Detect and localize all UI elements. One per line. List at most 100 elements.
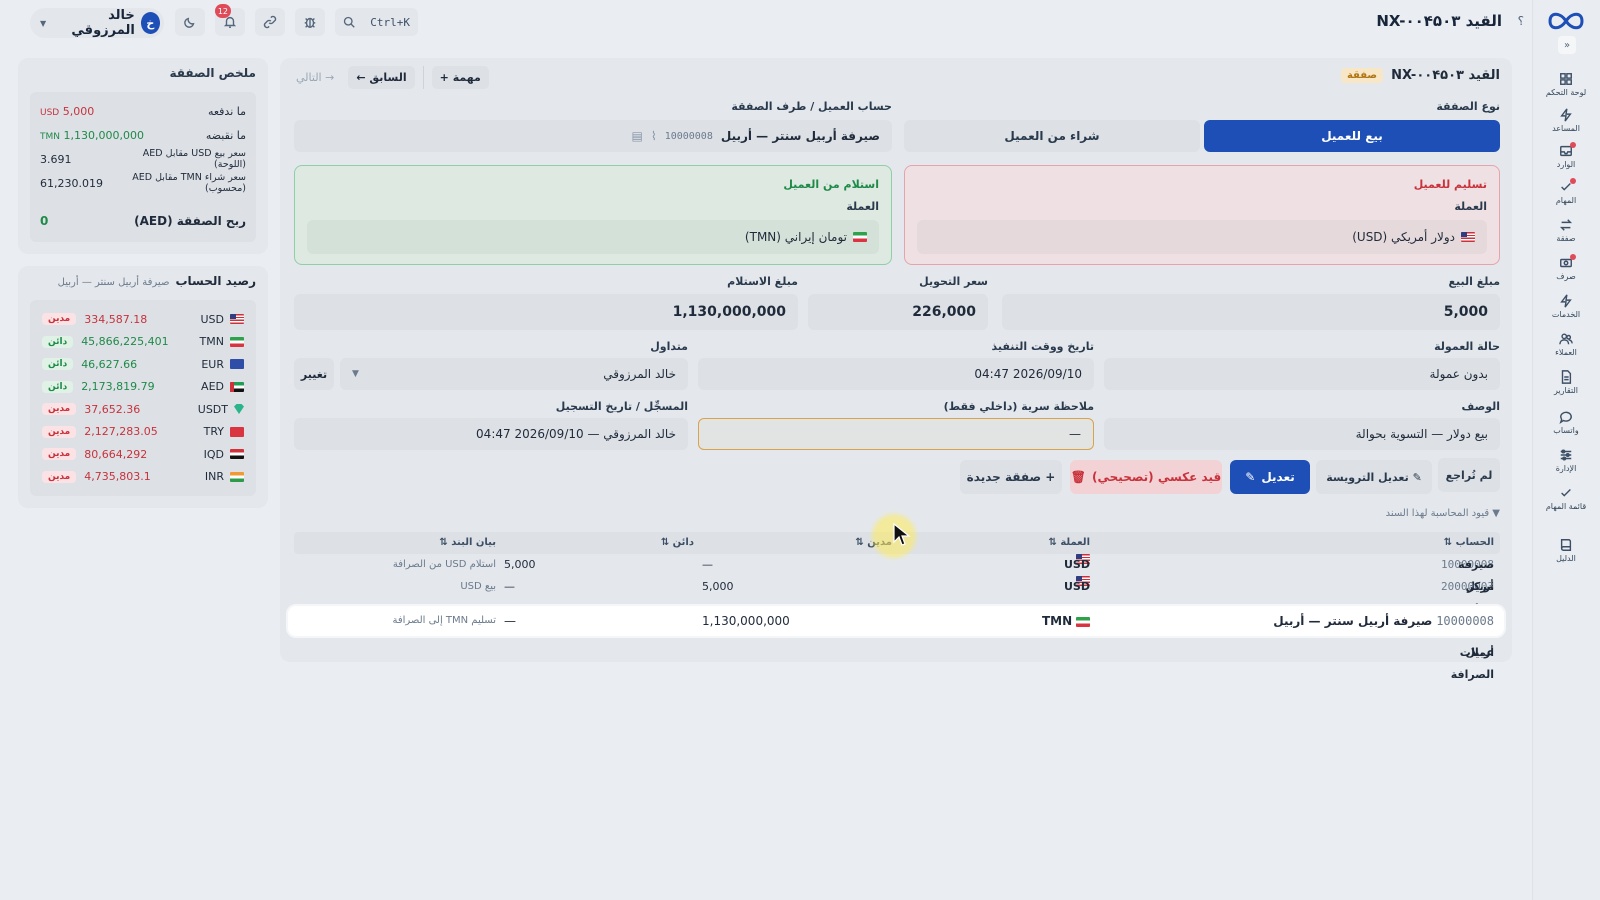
ir-flag-icon bbox=[230, 336, 244, 347]
sell-to-customer-tab[interactable]: بيع للعميل bbox=[1204, 120, 1500, 152]
balance-currency: USDT bbox=[197, 402, 228, 416]
next-button[interactable]: التالي → bbox=[290, 66, 340, 89]
eu-flag-icon bbox=[230, 359, 244, 369]
theme-toggle-button[interactable] bbox=[175, 8, 205, 36]
ledger-account: صيرفة أربيل سنتر — أربيل bbox=[1273, 614, 1433, 628]
ae-flag-icon bbox=[230, 381, 244, 392]
pencil-icon: ✎ bbox=[1245, 470, 1256, 484]
summary-value: 3.691 bbox=[40, 152, 72, 166]
reverse-entry-button[interactable]: قيد عكسي (تصحيحي) 🗑 bbox=[1070, 460, 1222, 494]
rail-item-label: الوارد bbox=[1556, 159, 1576, 169]
users-icon bbox=[1559, 332, 1573, 344]
ledger-currency: USD bbox=[1064, 558, 1090, 571]
receive-amount-input[interactable]: 1,130,000,000 bbox=[294, 294, 798, 330]
ledger-currency: USD bbox=[1064, 580, 1090, 593]
ledger-debit: 5,000 bbox=[702, 580, 734, 593]
rail-item-0[interactable]: لوحة التحكم bbox=[1532, 66, 1600, 102]
balance-box: USD 334,587.18 مدين TMN 45,866,225,401 دائن EU… bbox=[30, 300, 256, 496]
summary-value: 5,000 bbox=[62, 104, 95, 118]
balance-status-badge: دائن bbox=[42, 380, 74, 393]
profit-label: ربح الصفقة (AED) bbox=[134, 214, 246, 228]
exec-time-input[interactable]: 2026/09/10 04:47 bbox=[698, 358, 1094, 390]
ledger-currency: TMN bbox=[1042, 614, 1073, 628]
bug-report-button[interactable] bbox=[295, 8, 325, 36]
summary-unit: TMN bbox=[40, 131, 60, 142]
rail-item-3[interactable]: المهام bbox=[1532, 174, 1600, 210]
trash-icon: 🗑 bbox=[1070, 470, 1087, 484]
rail-item-6[interactable]: الخدمات bbox=[1532, 288, 1600, 324]
balance-row: TRY 2,127,283.05 مدين bbox=[42, 421, 244, 443]
rail-item-4[interactable]: صفقة bbox=[1532, 212, 1600, 248]
rail-item-9[interactable]: واتساب bbox=[1532, 404, 1600, 440]
recorder-label: المسجِّل / تاريخ التسجيل bbox=[555, 400, 688, 413]
search-button[interactable]: Ctrl+K bbox=[335, 8, 418, 36]
receive-currency-select[interactable]: تومان إيراني (TMN) bbox=[307, 220, 879, 254]
col-currency[interactable]: العملة ⇅ bbox=[1048, 532, 1090, 554]
rail-item-12[interactable]: الدليل bbox=[1532, 532, 1600, 568]
balance-status-badge: مدين bbox=[42, 425, 77, 438]
rail-item-11[interactable]: قائمة المهام bbox=[1532, 480, 1600, 516]
activity-icon[interactable]: ⌇ bbox=[651, 129, 657, 143]
app-logo-icon[interactable] bbox=[1546, 10, 1586, 32]
rail-item-5[interactable]: صرف bbox=[1532, 250, 1600, 286]
receive-title: استلام من العميل bbox=[783, 178, 879, 191]
rail-item-7[interactable]: العملاء bbox=[1532, 326, 1600, 362]
usdt-flag-icon bbox=[234, 404, 244, 414]
description-input[interactable]: بيع دولار — التسوية بحوالة bbox=[1104, 418, 1500, 450]
page-title: القيد NX-۰۰۴۵۰۳ bbox=[1376, 12, 1502, 30]
ledger-toggle[interactable]: ▼ قيود المحاسبة لهذا السند bbox=[1386, 508, 1500, 519]
rail-item-8[interactable]: التقارير bbox=[1532, 364, 1600, 400]
rail-item-1[interactable]: المساعد bbox=[1532, 102, 1600, 138]
entry-card: القيد NX-۰۰۴۵۰۳ صفقة التالي → ← السابق +… bbox=[280, 58, 1512, 681]
user-menu[interactable]: خ خالد المرزوقي ▼ bbox=[30, 8, 164, 38]
edit-header-button[interactable]: ✎ تعديل الترويسة bbox=[1316, 460, 1432, 494]
rail-item-10[interactable]: الإدارة bbox=[1532, 442, 1600, 478]
unreviewed-button[interactable]: لم تُراجع bbox=[1438, 458, 1500, 492]
balance-amount: 334,587.18 bbox=[84, 312, 148, 326]
ledger-credit: 5,000 bbox=[504, 558, 536, 571]
balance-card: رصيد الحساب صيرفة أربيل سنتر — أربيل USD… bbox=[18, 266, 268, 508]
document-icon[interactable]: ▤ bbox=[631, 129, 642, 143]
col-memo[interactable]: بيان البند ⇅ bbox=[439, 532, 496, 554]
deliver-currency-select[interactable]: دولار أمريكي (USD) bbox=[917, 220, 1487, 254]
rail-item-2[interactable]: الوارد bbox=[1532, 138, 1600, 174]
notifications-button[interactable]: 12 bbox=[214, 4, 245, 36]
add-task-button[interactable]: + مهمة bbox=[431, 66, 489, 89]
reverse-label: قيد عكسي (تصحيحي) bbox=[1092, 470, 1222, 484]
highlighted-ledger-row[interactable]: 10000008 صيرفة أربيل سنتر — أربيل TMN 1,… bbox=[292, 610, 1500, 632]
collapse-rail-icon[interactable]: « bbox=[1558, 36, 1576, 54]
help-icon[interactable]: ؟ bbox=[1518, 14, 1524, 28]
summary-title: ملخص الصفقة bbox=[169, 66, 256, 80]
entry-type-tag: صفقة bbox=[1340, 68, 1384, 83]
deliver-currency-label: العملة bbox=[1454, 200, 1487, 213]
account-value: صيرفة أربيل سنتر — أربيل bbox=[720, 129, 880, 143]
link-button[interactable] bbox=[255, 8, 285, 36]
rate-input[interactable]: 226,000 bbox=[808, 294, 988, 330]
in-flag-icon bbox=[230, 471, 244, 482]
trader-select[interactable]: خالد المرزوقي ▼ bbox=[340, 358, 688, 390]
buy-from-customer-tab[interactable]: شراء من العميل bbox=[904, 120, 1200, 152]
chat-icon bbox=[1559, 411, 1572, 424]
edit-button[interactable]: تعديل ✎ bbox=[1230, 460, 1310, 494]
deliver-title: تسليم للعميل bbox=[1413, 178, 1487, 191]
secret-note-label: ملاحظة سرية (داخلي فقط) bbox=[943, 400, 1094, 413]
change-trader-button[interactable]: تغيير bbox=[294, 358, 334, 390]
balance-amount: 80,664,292 bbox=[84, 447, 148, 461]
ledger-memo: استلام USD من الصرافة bbox=[392, 559, 496, 570]
ledger-credit: — bbox=[504, 580, 515, 593]
new-deal-button[interactable]: + صفقة جديدة bbox=[960, 460, 1062, 494]
account-field[interactable]: صيرفة أربيل سنتر — أربيل 10000008 ⌇ ▤ bbox=[294, 120, 892, 152]
deal-type-label: نوع الصفقة bbox=[1436, 100, 1500, 113]
col-account[interactable]: الحساب ⇅ bbox=[1444, 532, 1494, 554]
table-row[interactable]: 20000003 مركز عملات الصرافة USD5,000—بيع… bbox=[294, 576, 1500, 637]
balance-row: INR 4,735,803.1 مدين bbox=[42, 466, 244, 488]
iran-flag-icon bbox=[1076, 616, 1090, 627]
commission-select[interactable]: بدون عمولة bbox=[1104, 358, 1500, 390]
balance-row: TMN 45,866,225,401 دائن bbox=[42, 331, 244, 353]
sale-amount-input[interactable]: 5,000 bbox=[1002, 294, 1500, 330]
col-credit[interactable]: دائن ⇅ bbox=[661, 532, 694, 554]
prev-button[interactable]: ← السابق bbox=[348, 66, 415, 89]
secret-note-input[interactable]: — bbox=[698, 418, 1094, 450]
ledger-memo: بيع USD bbox=[460, 581, 496, 592]
grid-icon bbox=[1560, 72, 1572, 85]
